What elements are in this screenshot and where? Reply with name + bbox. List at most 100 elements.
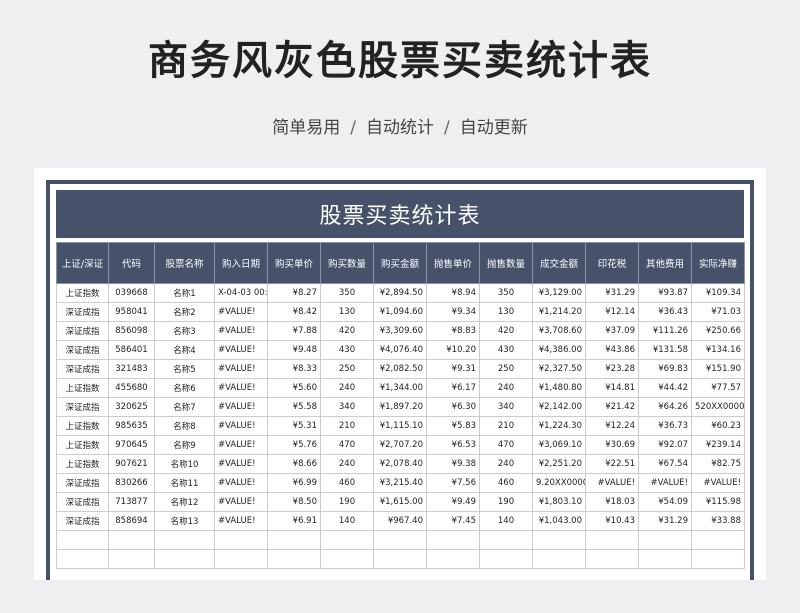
table-cell[interactable]: ¥64.26 [638,397,692,417]
table-cell[interactable] [691,549,745,569]
table-cell[interactable]: #VALUE! [214,473,268,493]
table-cell[interactable]: 上证指数 [56,283,109,303]
table-cell[interactable] [426,530,480,550]
table-cell[interactable]: 名称11 [154,473,215,493]
table-cell[interactable]: #VALUE! [691,473,745,493]
table-cell[interactable]: 名称1 [154,283,215,303]
table-cell[interactable] [56,549,109,569]
table-cell[interactable]: ¥1,803.10 [532,492,586,512]
table-cell[interactable]: 上证指数 [56,454,109,474]
table-cell[interactable]: 名称2 [154,302,215,322]
table-cell[interactable]: 130 [479,302,533,322]
table-cell[interactable]: 460 [479,473,533,493]
table-cell[interactable]: 190 [479,492,533,512]
table-cell[interactable]: 名称5 [154,359,215,379]
table-cell[interactable]: ¥2,082.50 [373,359,427,379]
table-cell[interactable]: ¥9.38 [426,454,480,474]
table-cell[interactable]: 039668 [108,283,155,303]
table-cell[interactable]: 名称8 [154,416,215,436]
table-cell[interactable]: 名称4 [154,340,215,360]
table-cell[interactable]: ¥111.26 [638,321,692,341]
table-cell[interactable]: ¥6.30 [426,397,480,417]
table-cell[interactable]: 470 [479,435,533,455]
table-cell[interactable]: 240 [320,454,374,474]
table-cell[interactable]: 350 [320,283,374,303]
table-cell[interactable]: 460 [320,473,374,493]
table-cell[interactable]: 907621 [108,454,155,474]
table-cell[interactable]: ¥7.45 [426,511,480,531]
table-cell[interactable]: 985635 [108,416,155,436]
table-cell[interactable]: ¥36.43 [638,302,692,322]
table-cell[interactable]: 9.20XX000000 [532,473,586,493]
table-cell[interactable]: 名称7 [154,397,215,417]
table-cell[interactable]: ¥3,708.60 [532,321,586,341]
table-cell[interactable]: ¥5.58 [267,397,321,417]
table-cell[interactable]: ¥8.83 [426,321,480,341]
table-cell[interactable]: ¥77.57 [691,378,745,398]
table-cell[interactable]: ¥2,707.20 [373,435,427,455]
table-cell[interactable]: 340 [320,397,374,417]
table-cell[interactable]: 250 [479,359,533,379]
table-cell[interactable]: 455680 [108,378,155,398]
table-cell[interactable]: 240 [320,378,374,398]
table-cell[interactable]: 上证指数 [56,435,109,455]
table-cell[interactable]: ¥5.31 [267,416,321,436]
table-cell[interactable]: 321483 [108,359,155,379]
table-cell[interactable]: 210 [320,416,374,436]
table-cell[interactable]: 470 [320,435,374,455]
table-cell[interactable] [154,530,215,550]
table-cell[interactable]: 名称6 [154,378,215,398]
table-cell[interactable]: ¥60.23 [691,416,745,436]
table-cell[interactable]: ¥67.54 [638,454,692,474]
table-cell[interactable] [638,549,692,569]
table-cell[interactable] [154,549,215,569]
table-cell[interactable]: ¥9.34 [426,302,480,322]
table-cell[interactable]: 深证成指 [56,397,109,417]
table-cell[interactable]: ¥1,094.60 [373,302,427,322]
table-cell[interactable]: ¥31.29 [638,511,692,531]
table-cell[interactable]: ¥7.88 [267,321,321,341]
table-cell[interactable]: ¥3,309.60 [373,321,427,341]
table-cell[interactable]: ¥12.14 [585,302,639,322]
table-cell[interactable] [479,549,533,569]
table-cell[interactable]: 上证指数 [56,416,109,436]
table-cell[interactable]: 深证成指 [56,359,109,379]
table-cell[interactable]: ¥2,142.00 [532,397,586,417]
table-cell[interactable]: ¥71.03 [691,302,745,322]
table-cell[interactable]: ¥5.76 [267,435,321,455]
table-cell[interactable]: 520XX000000 [691,397,745,417]
table-cell[interactable] [585,549,639,569]
table-cell[interactable]: ¥3,129.00 [532,283,586,303]
table-cell[interactable]: 250 [320,359,374,379]
table-cell[interactable]: 上证指数 [56,378,109,398]
table-cell[interactable] [373,549,427,569]
table-cell[interactable]: ¥151.90 [691,359,745,379]
table-cell[interactable]: ¥2,251.20 [532,454,586,474]
table-cell[interactable]: ¥1,897.20 [373,397,427,417]
table-cell[interactable]: #VALUE! [214,302,268,322]
table-cell[interactable]: ¥36.73 [638,416,692,436]
table-cell[interactable]: ¥5.83 [426,416,480,436]
table-cell[interactable] [56,530,109,550]
table-cell[interactable]: ¥21.42 [585,397,639,417]
table-cell[interactable] [214,530,268,550]
table-cell[interactable]: ¥2,327.50 [532,359,586,379]
table-cell[interactable]: 830266 [108,473,155,493]
table-cell[interactable]: 名称3 [154,321,215,341]
table-cell[interactable]: ¥10.20 [426,340,480,360]
table-cell[interactable]: 名称10 [154,454,215,474]
table-cell[interactable]: 深证成指 [56,340,109,360]
table-cell[interactable]: #VALUE! [214,454,268,474]
table-cell[interactable]: ¥92.07 [638,435,692,455]
table-cell[interactable]: #VALUE! [214,321,268,341]
table-cell[interactable]: 深证成指 [56,321,109,341]
table-cell[interactable]: 713877 [108,492,155,512]
table-cell[interactable]: ¥115.98 [691,492,745,512]
table-cell[interactable] [108,530,155,550]
table-cell[interactable]: ¥109.34 [691,283,745,303]
table-cell[interactable]: 深证成指 [56,473,109,493]
table-cell[interactable]: ¥2,078.40 [373,454,427,474]
table-cell[interactable]: 240 [479,454,533,474]
table-cell[interactable]: ¥134.16 [691,340,745,360]
table-cell[interactable]: X-04-03 00:0 [214,283,268,303]
